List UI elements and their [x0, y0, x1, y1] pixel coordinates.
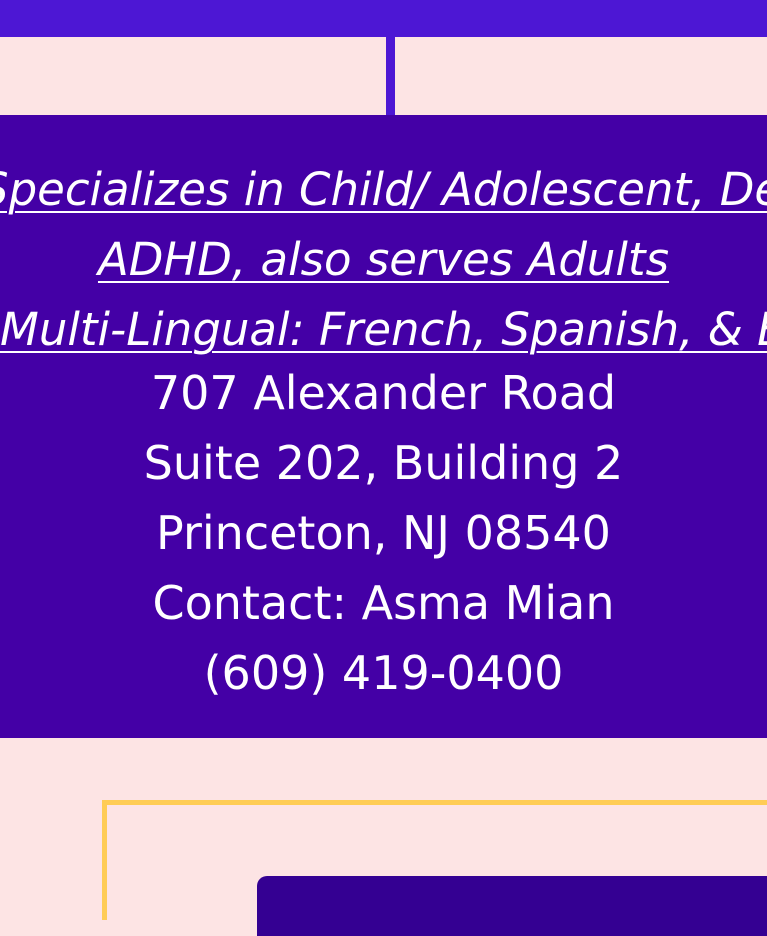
address-line-1: 707 Alexander Road [150, 366, 617, 420]
contact-name: Contact: Asma Mian [152, 576, 615, 630]
top-bar [0, 0, 767, 37]
next-card [257, 876, 767, 936]
city-state-zip: Princeton, NJ 08540 [156, 506, 611, 560]
specialty-link-continued[interactable]: ADHD, also serves Adults [0, 225, 767, 295]
language-link[interactable]: Multi-Lingual: French, Spanish, & Englis… [0, 295, 767, 365]
address-line-2: Suite 202, Building 2 [143, 436, 624, 490]
connector-line [386, 37, 395, 115]
phone-number: (609) 419-0400 [203, 646, 564, 700]
specialty-link[interactable]: Specializes in Child/ Adolescent, Depres… [0, 155, 767, 225]
provider-info-card: Specializes in Child/ Adolescent, Depres… [0, 115, 767, 738]
